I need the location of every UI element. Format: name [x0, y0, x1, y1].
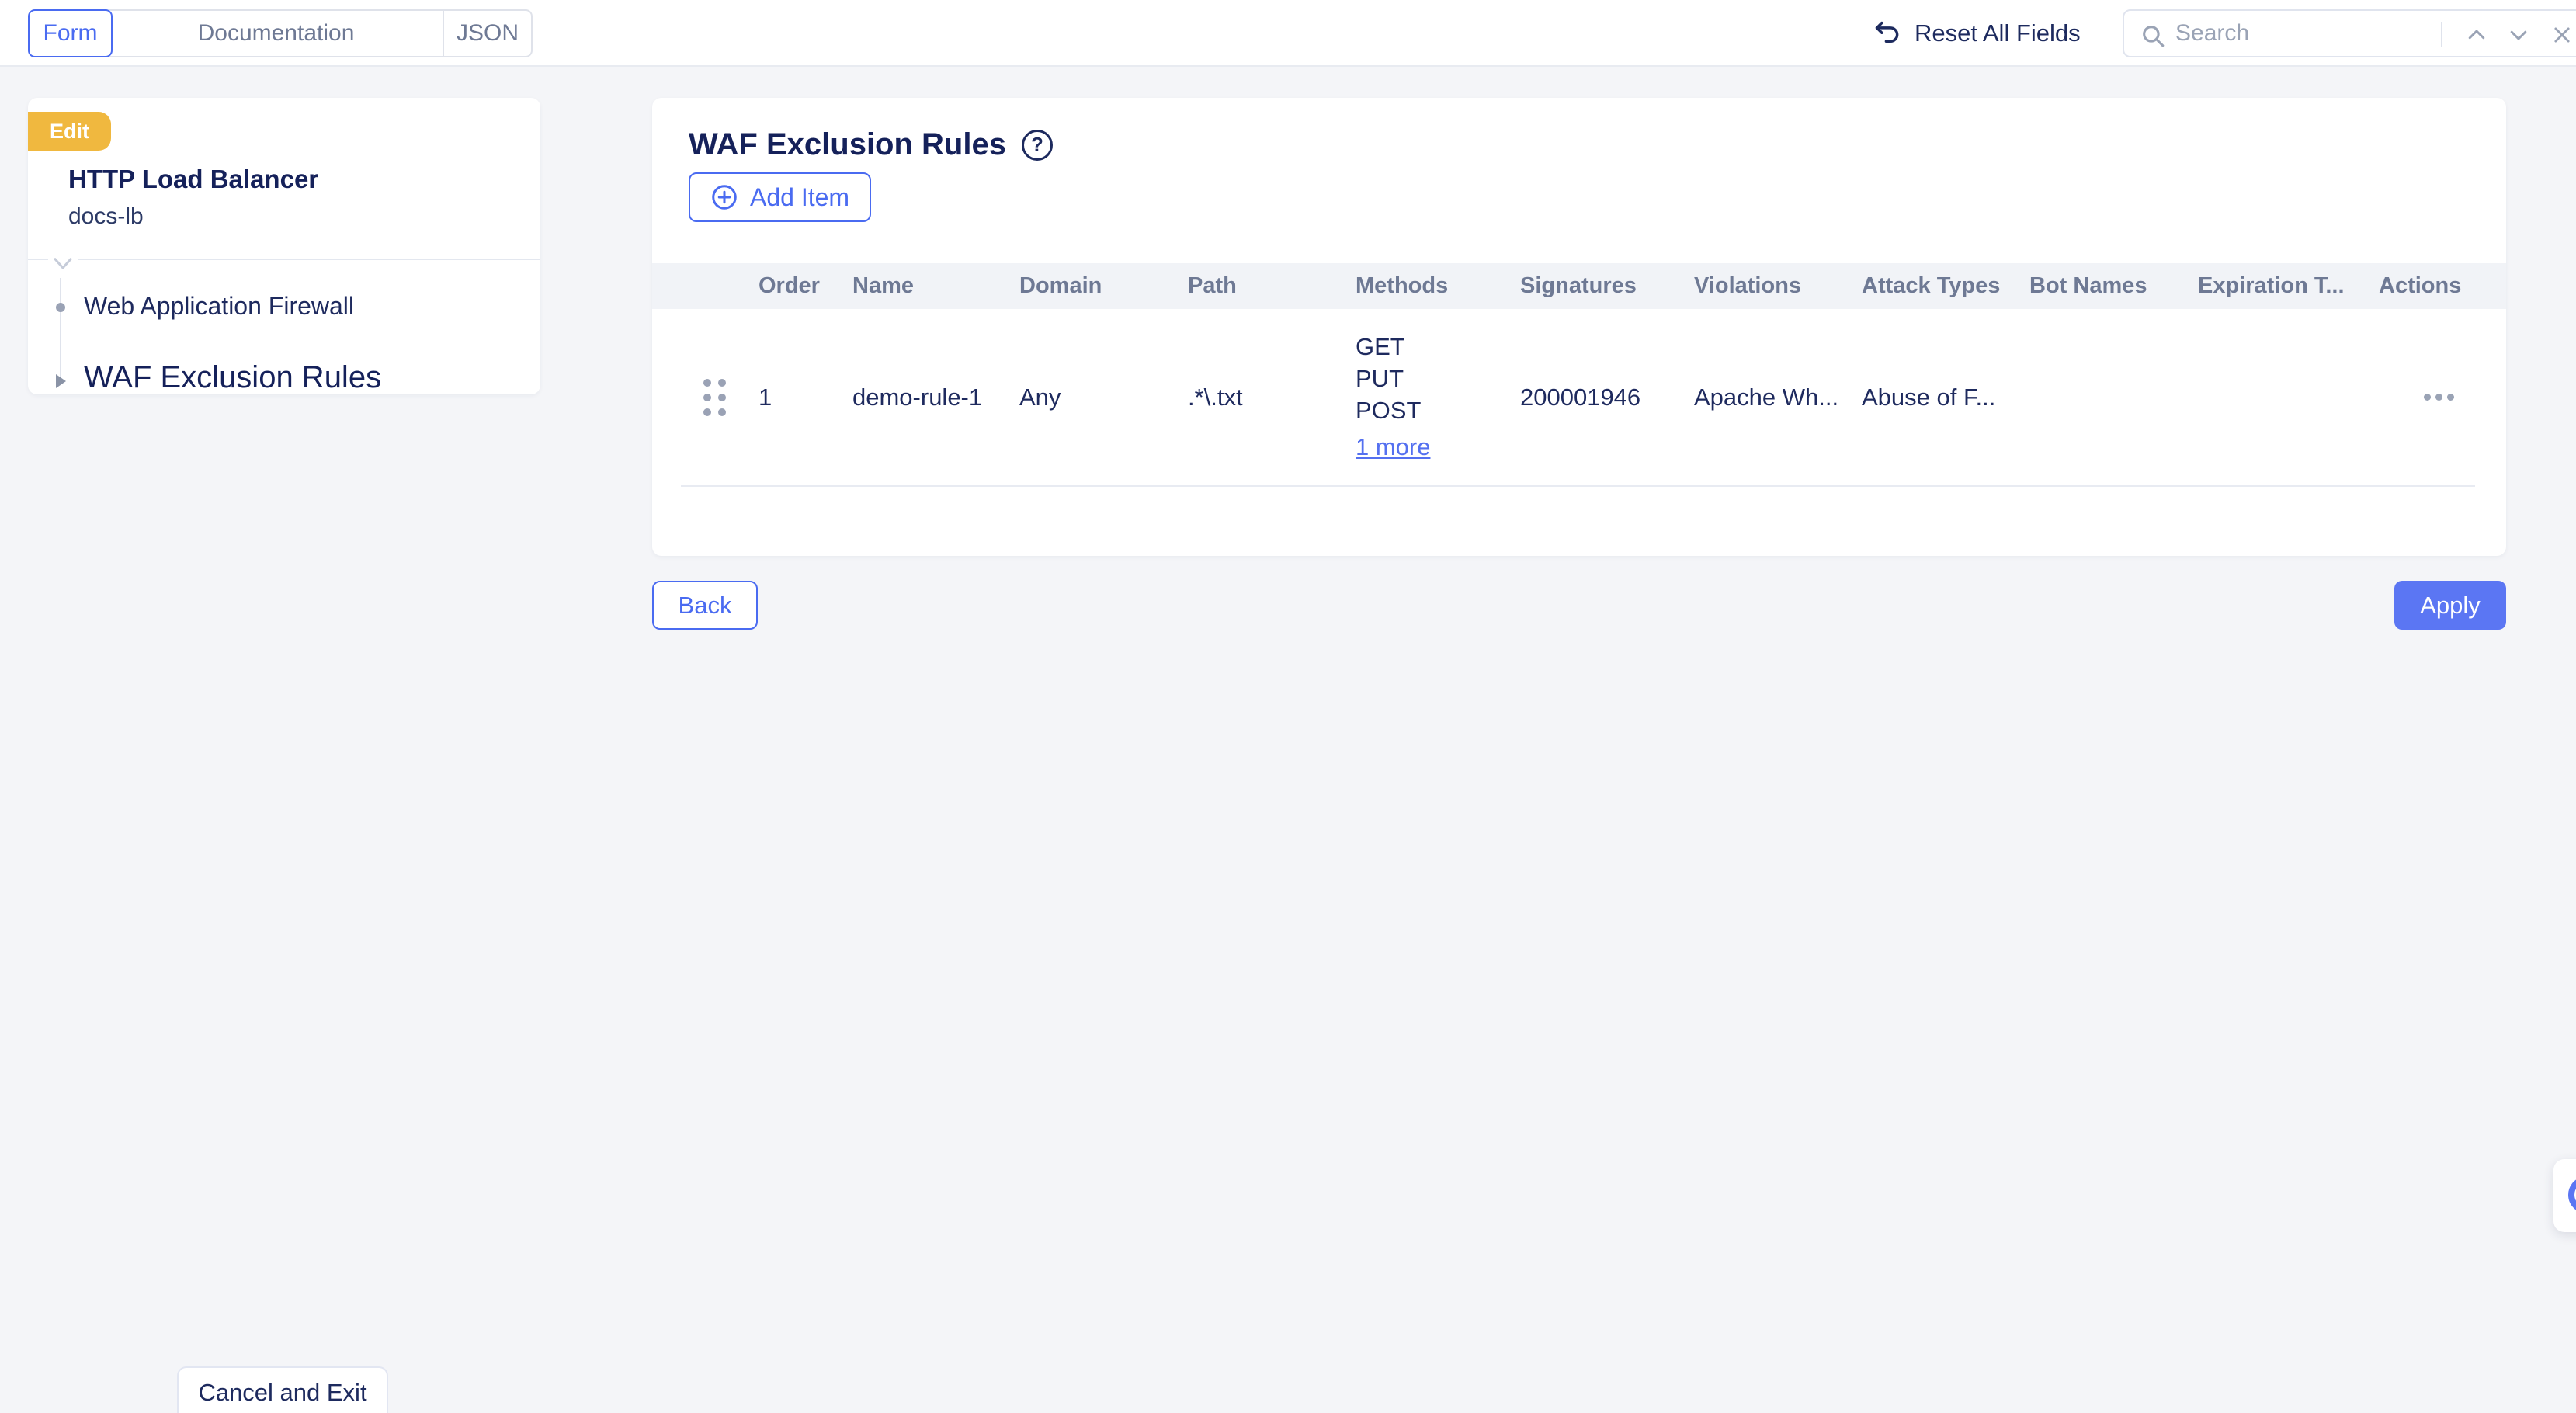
- cell-domain: Any: [1006, 384, 1175, 411]
- sidebar-divider: [28, 259, 540, 260]
- view-mode-tabs: Form Documentation JSON: [28, 9, 533, 57]
- col-expiration-timestamp: Expiration T...: [2185, 273, 2366, 299]
- cell-violations: Apache Wh...: [1681, 384, 1849, 411]
- col-domain: Domain: [1006, 273, 1175, 299]
- apply-button[interactable]: Apply: [2394, 581, 2506, 630]
- reset-all-fields-label: Reset All Fields: [1915, 19, 2081, 47]
- table-header-row: Order Name Domain Path Methods Signature…: [652, 263, 2506, 309]
- row-actions-ellipsis-icon[interactable]: [2424, 394, 2506, 401]
- collapse-chevron-icon[interactable]: [48, 257, 78, 274]
- waf-exclusion-rules-panel: WAF Exclusion Rules ? Add Item Order Nam…: [652, 98, 2506, 556]
- back-button[interactable]: Back: [652, 581, 758, 630]
- cell-methods: GET PUT POST 1 more: [1342, 335, 1507, 460]
- search-box: [2123, 9, 2576, 57]
- col-path: Path: [1175, 273, 1342, 299]
- method-put: PUT: [1356, 366, 1507, 391]
- col-violations: Violations: [1681, 273, 1849, 299]
- tab-group: Documentation JSON: [109, 9, 533, 57]
- col-bot-names: Bot Names: [2016, 273, 2185, 299]
- tab-json[interactable]: JSON: [443, 11, 531, 56]
- undo-arrow-icon: [1873, 19, 1902, 48]
- method-get: GET: [1356, 335, 1507, 359]
- search-icon: [2140, 23, 2166, 49]
- tree-bullet-dot-icon: [56, 303, 65, 312]
- cell-signatures: 200001946: [1507, 384, 1681, 411]
- search-input[interactable]: [2175, 11, 2432, 56]
- cell-path: .*\.txt: [1175, 384, 1342, 411]
- table-row: 1 demo-rule-1 Any .*\.txt GET PUT POST 1…: [652, 309, 2506, 485]
- tab-form[interactable]: Form: [28, 9, 113, 57]
- sidebar-object-name: docs-lb: [68, 203, 144, 230]
- edit-mode-badge: Edit: [28, 112, 111, 151]
- search-close-button[interactable]: [2548, 22, 2576, 48]
- top-toolbar: Form Documentation JSON Reset All Fields: [0, 0, 2576, 67]
- config-sidebar: Edit HTTP Load Balancer docs-lb Web Appl…: [28, 98, 540, 394]
- add-item-label: Add Item: [750, 183, 849, 212]
- cell-actions: [2366, 394, 2506, 401]
- tab-documentation[interactable]: Documentation: [109, 11, 443, 56]
- col-actions: Actions: [2366, 273, 2506, 299]
- panel-title: WAF Exclusion Rules: [689, 127, 1006, 162]
- cell-name: demo-rule-1: [839, 384, 1006, 411]
- floating-helper-widget[interactable]: [2553, 1159, 2576, 1232]
- col-order: Order: [745, 273, 839, 299]
- sidebar-item-waf-exclusion-rules[interactable]: WAF Exclusion Rules: [84, 360, 381, 395]
- method-post: POST: [1356, 398, 1507, 423]
- cell-attack-types: Abuse of F...: [1849, 384, 2016, 411]
- col-signatures: Signatures: [1507, 273, 1681, 299]
- col-name: Name: [839, 273, 1006, 299]
- sidebar-item-web-application-firewall[interactable]: Web Application Firewall: [84, 292, 354, 321]
- sidebar-title: HTTP Load Balancer: [68, 165, 318, 194]
- loading-ring-icon: [2568, 1176, 2576, 1213]
- cell-order: 1: [745, 384, 839, 411]
- search-separator: [2441, 22, 2442, 47]
- row-divider: [681, 485, 2475, 487]
- help-question-icon[interactable]: ?: [1022, 130, 1053, 161]
- methods-more-link[interactable]: 1 more: [1356, 435, 1507, 460]
- drag-handle[interactable]: [652, 379, 745, 416]
- col-methods: Methods: [1342, 273, 1507, 299]
- col-attack-types: Attack Types: [1849, 273, 2016, 299]
- add-item-button[interactable]: Add Item: [689, 172, 871, 222]
- tree-connector-line: [60, 278, 61, 380]
- search-prev-match-button[interactable]: [2463, 22, 2491, 48]
- cancel-and-exit-button[interactable]: Cancel and Exit: [177, 1366, 388, 1413]
- reset-all-fields-button[interactable]: Reset All Fields: [1873, 0, 2081, 67]
- plus-circle-icon: [710, 183, 738, 211]
- grip-dots-icon: [703, 379, 726, 416]
- tree-arrow-right-icon: [56, 374, 66, 388]
- search-next-match-button[interactable]: [2505, 22, 2533, 48]
